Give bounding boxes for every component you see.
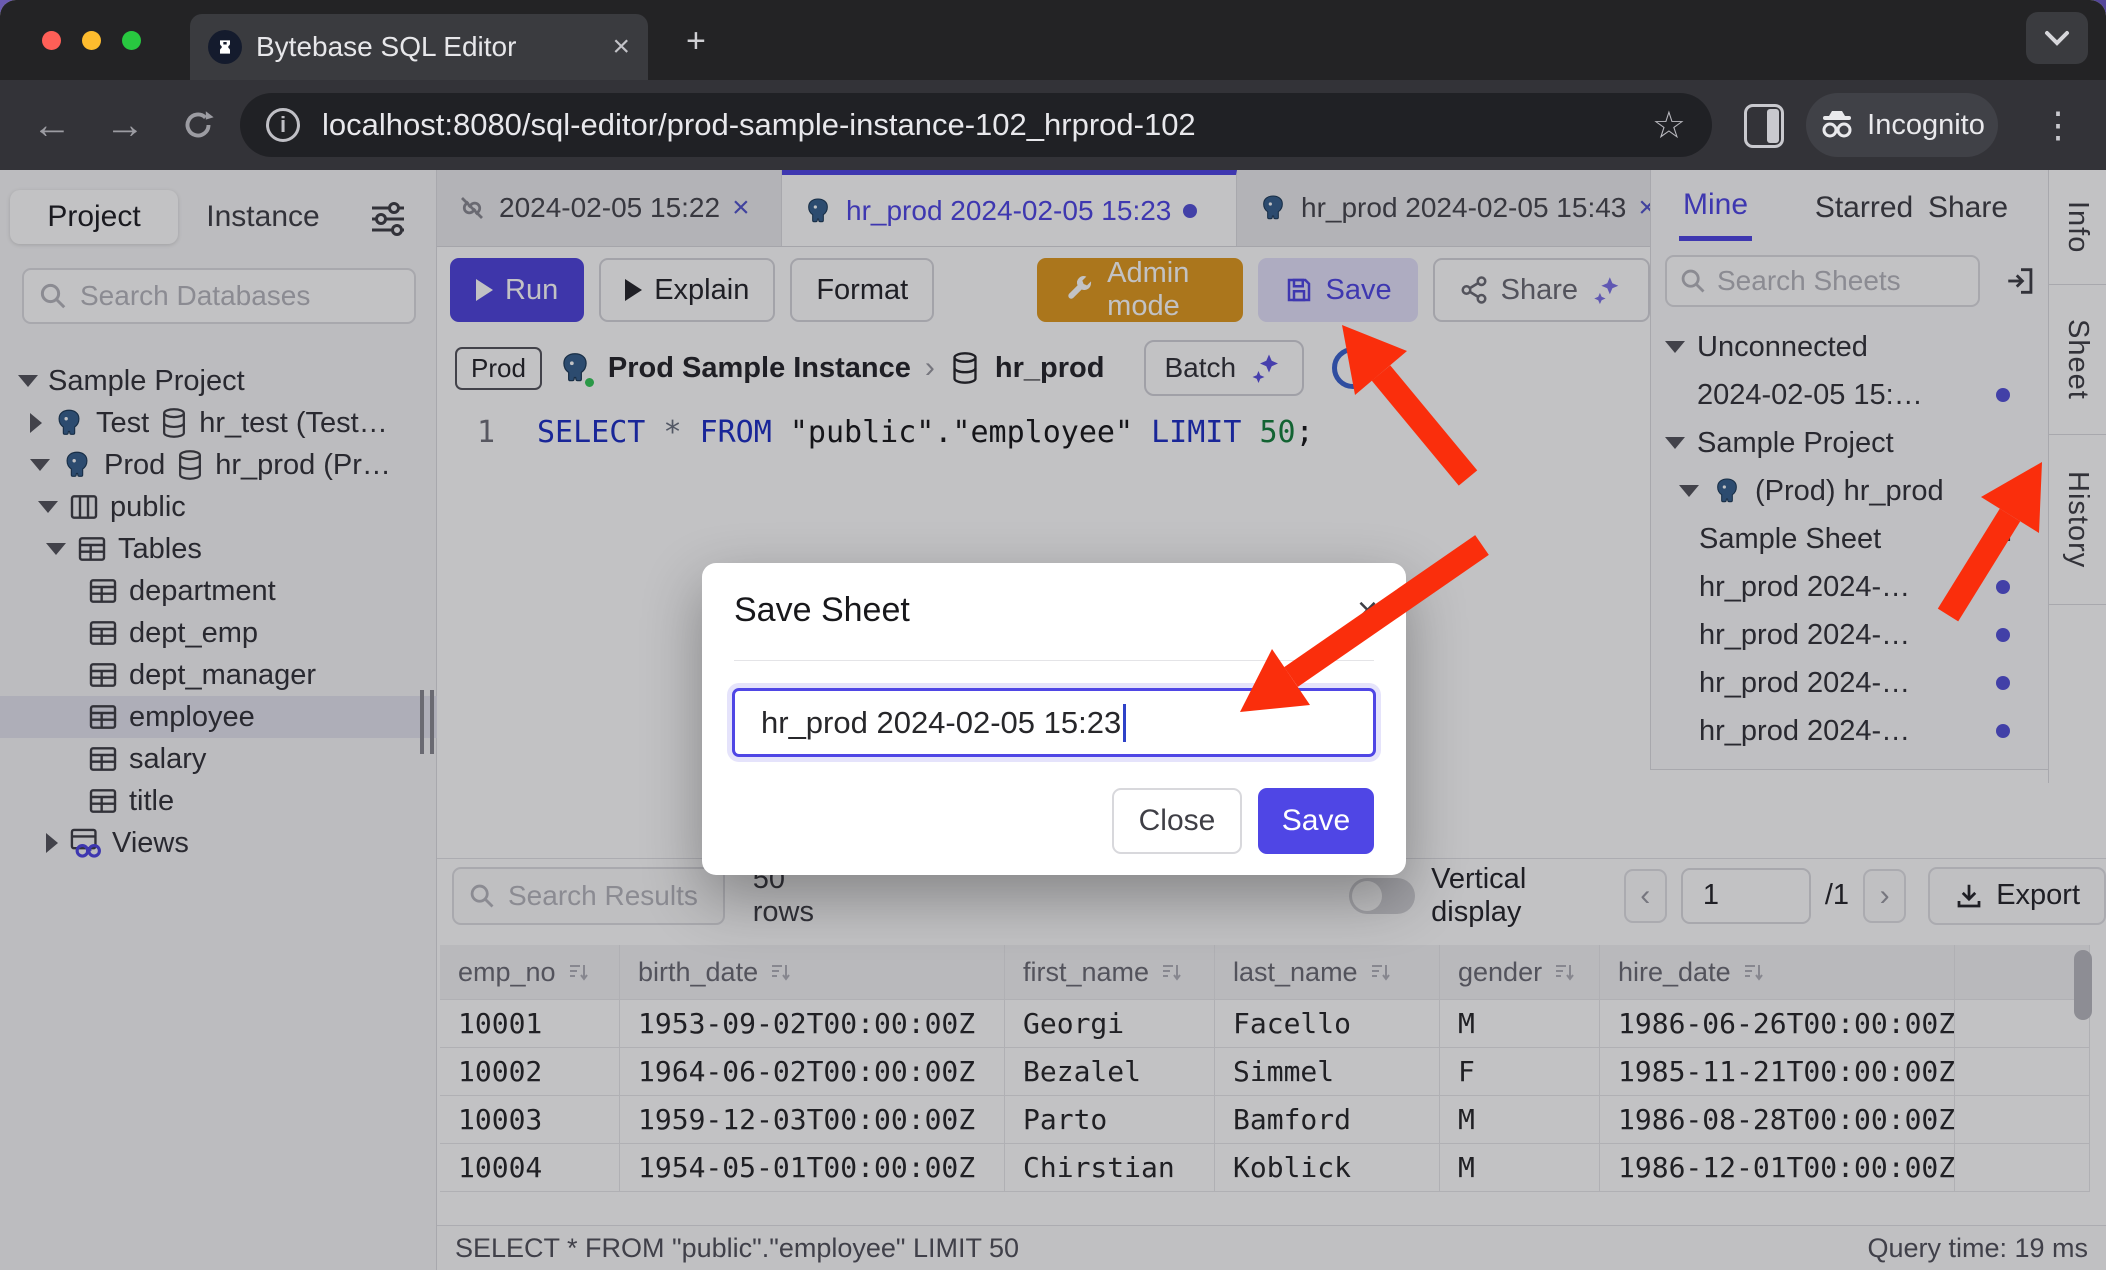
screen: Bytebase SQL Editor × + ← → i localhost:…	[0, 0, 2106, 1270]
incognito-badge: Incognito	[1806, 93, 1998, 157]
browser-menu-icon[interactable]: ⋮	[2040, 80, 2076, 170]
site-info-icon[interactable]: i	[266, 108, 300, 142]
browser-window: Bytebase SQL Editor × + ← → i localhost:…	[0, 0, 2106, 1270]
browser-navbar: ← → i localhost:8080/sql-editor/prod-sam…	[0, 80, 2106, 170]
tab-search-chevron-icon[interactable]	[2026, 12, 2088, 64]
url-text: localhost:8080/sql-editor/prod-sample-in…	[322, 107, 1630, 143]
browser-titlebar: Bytebase SQL Editor × +	[0, 0, 2106, 80]
side-panel-icon[interactable]	[1744, 104, 1784, 148]
zoom-window-button[interactable]	[122, 31, 141, 50]
browser-tab-title: Bytebase SQL Editor	[256, 31, 598, 63]
forward-icon[interactable]: →	[95, 80, 155, 170]
new-tab-icon[interactable]: +	[686, 22, 706, 61]
reload-icon[interactable]	[168, 80, 228, 170]
incognito-label: Incognito	[1867, 109, 1985, 142]
sheet-name-value: hr_prod 2024-02-05 15:23	[761, 705, 1121, 741]
sheet-name-input[interactable]: hr_prod 2024-02-05 15:23	[732, 688, 1376, 757]
dialog-divider	[734, 660, 1374, 661]
bytebase-favicon-icon	[208, 30, 242, 64]
dialog-close-button[interactable]: Close	[1112, 788, 1242, 854]
back-icon[interactable]: ←	[22, 80, 82, 170]
save-sheet-dialog: Save Sheet × hr_prod 2024-02-05 15:23 Cl…	[702, 563, 1406, 875]
bookmark-star-icon[interactable]: ☆	[1652, 103, 1686, 148]
browser-tab[interactable]: Bytebase SQL Editor ×	[190, 14, 648, 80]
url-bar[interactable]: i localhost:8080/sql-editor/prod-sample-…	[240, 93, 1712, 157]
browser-tab-close-icon[interactable]: ×	[612, 32, 630, 62]
text-caret	[1123, 704, 1126, 742]
close-window-button[interactable]	[42, 31, 61, 50]
dialog-save-button[interactable]: Save	[1258, 788, 1374, 854]
minimize-window-button[interactable]	[82, 31, 101, 50]
dialog-close-icon[interactable]: ×	[1357, 589, 1378, 631]
dialog-title: Save Sheet	[734, 591, 910, 630]
